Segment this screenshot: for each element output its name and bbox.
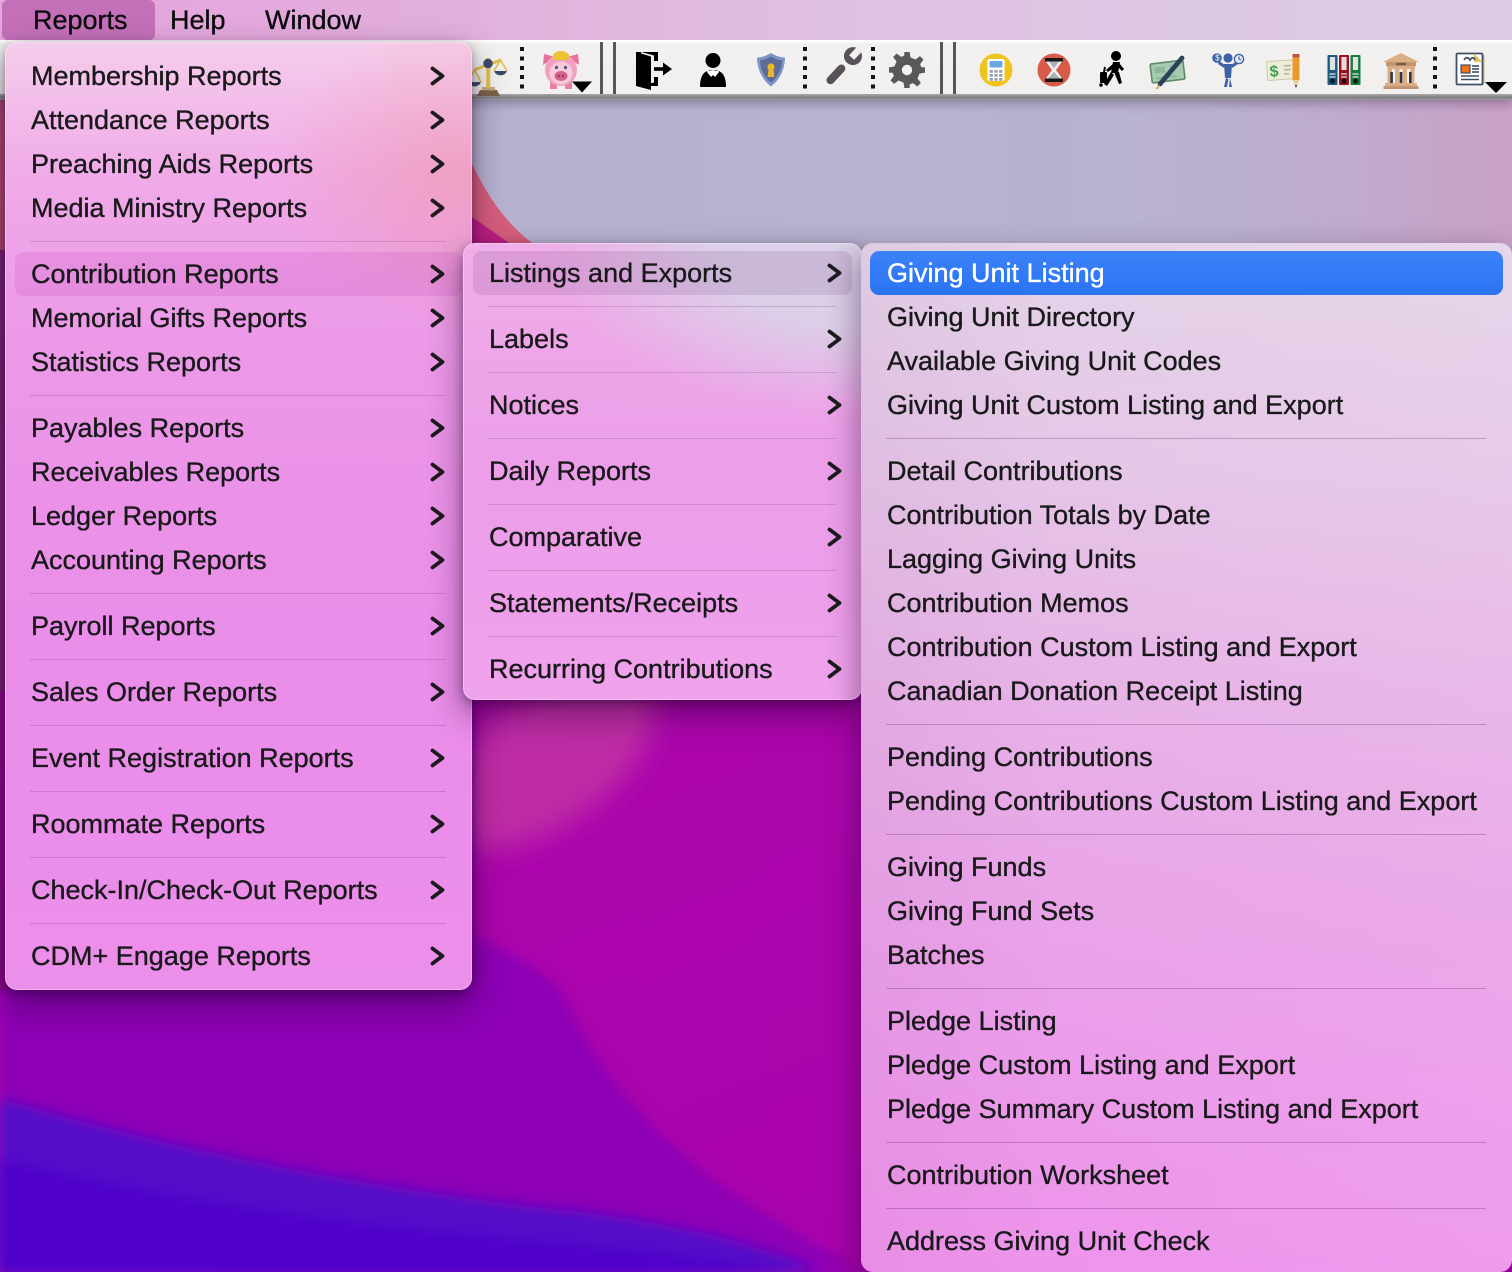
svg-text:$: $ <box>1269 63 1279 81</box>
svg-text:$: $ <box>1215 54 1220 63</box>
